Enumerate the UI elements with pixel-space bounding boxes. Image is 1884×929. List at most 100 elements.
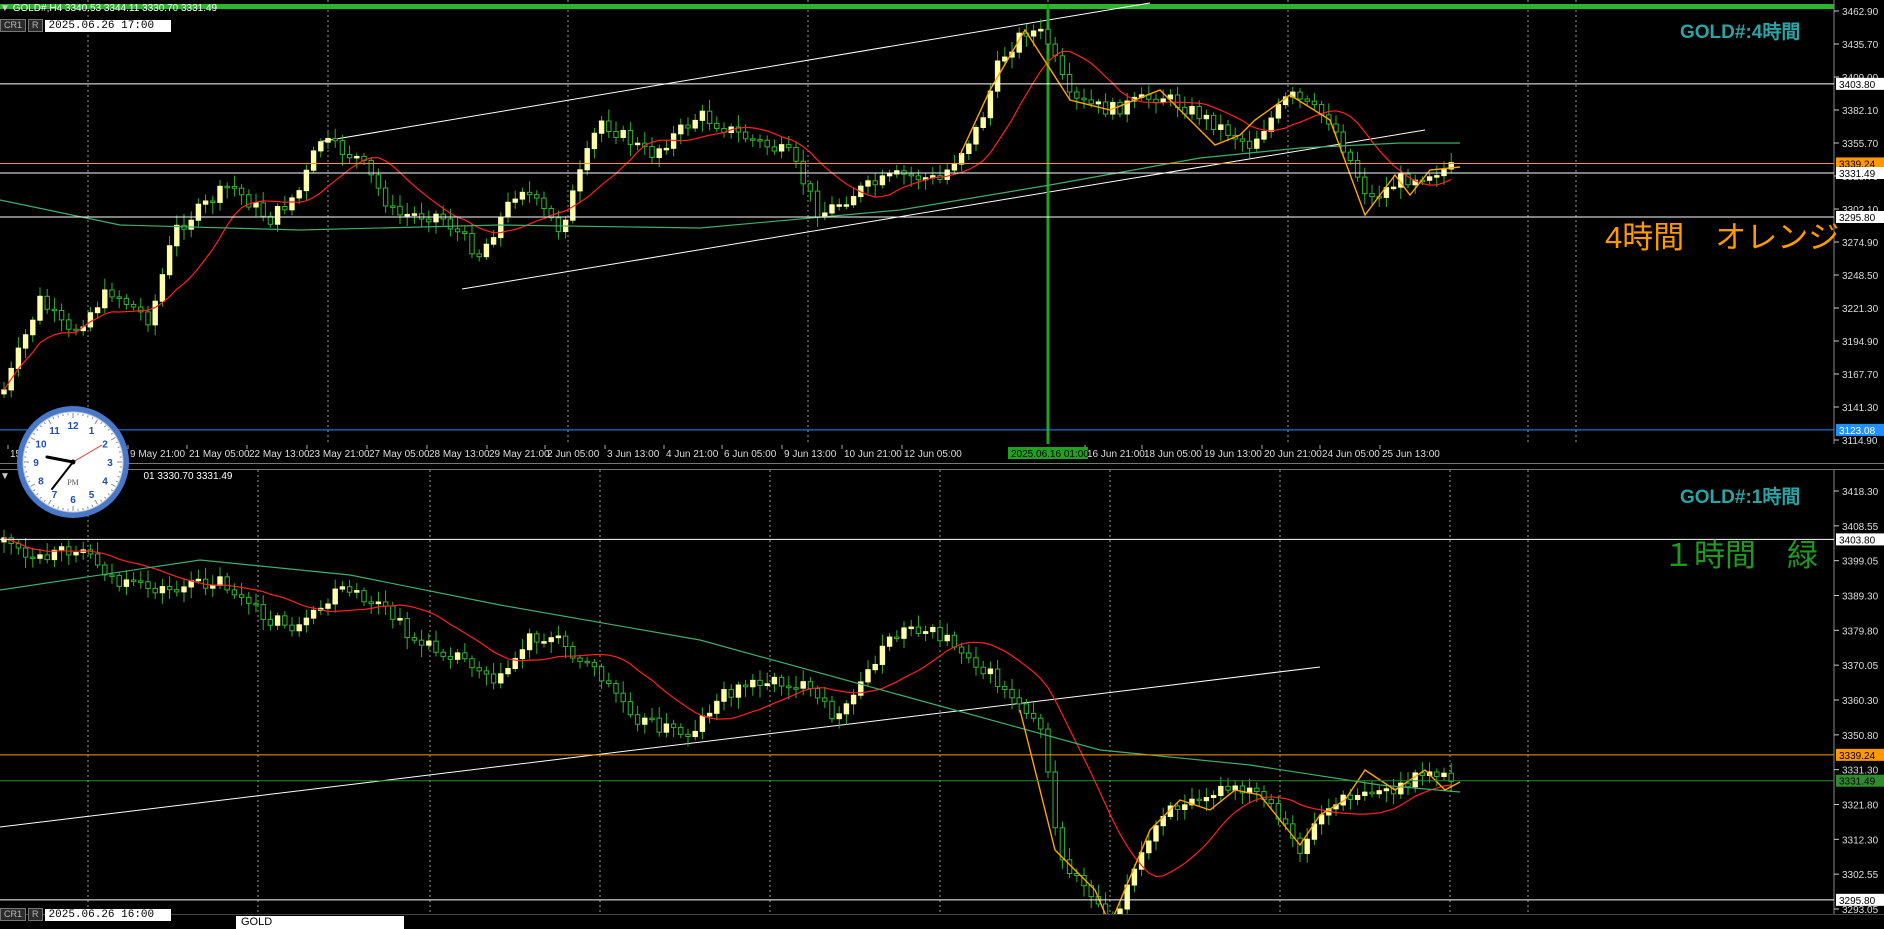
candle-body [260,202,266,217]
h4-symbol-info: GOLD#,H4 3340.53 3344.11 3330.70 3331.49 [12,3,218,14]
clock-period: PM [67,478,79,487]
clock-center [70,459,76,465]
r-button[interactable]: R [28,908,43,921]
candle-body [973,126,979,145]
candle-body [30,556,36,560]
candle-body [627,129,634,145]
candle-body [1254,138,1260,149]
candle-body [1153,98,1159,103]
cr-button[interactable]: CR1 [0,19,27,32]
clock-numeral: 10 [35,440,47,451]
price-axis-label: 3382.10 [1842,106,1879,117]
candle-body [109,574,115,577]
candle-body [1117,101,1123,115]
candle-body [519,649,526,660]
candle-body [354,155,360,159]
pane-separator[interactable] [0,463,1884,470]
candle-body [282,206,288,211]
period-separator-bar [0,4,1834,9]
candle-body [1203,797,1210,802]
h4-chart-pane[interactable]: 3462.903435.703409.003382.103355.703328.… [0,0,1884,463]
candle-body [44,295,50,310]
candle-body [267,618,274,626]
candle-body [116,296,122,299]
candle-body [1095,101,1102,105]
price-axis-label: 3321.80 [1842,801,1879,812]
candle-body [807,183,814,192]
clock-numeral: 6 [70,495,76,506]
price-tag: 3339.24 [1839,751,1876,762]
price-tag: 3403.80 [1839,80,1876,91]
candle-body [1002,56,1008,62]
analog-clock-icon[interactable]: 12 12 3 45 6 78 9 1011 PM [14,403,132,521]
candle-body [598,666,605,682]
candle-body [210,200,216,203]
r-button[interactable]: R [28,19,43,32]
candle-body [685,124,691,129]
candle-body [699,715,706,732]
candle-body [649,717,655,721]
dropdown-triangle-icon[interactable]: ▼ [0,471,10,482]
candle-body [1189,105,1195,115]
candle-body [886,636,893,647]
candle-body [541,641,547,644]
cr-button[interactable]: CR1 [0,908,27,921]
candle-body [843,204,850,207]
candle-body [714,122,720,129]
candle-body [1210,794,1217,799]
time-axis-label: 19 Jun 13:00 [1204,449,1262,460]
price-tag: 3123.08 [1839,426,1876,437]
candle-body [1383,788,1390,792]
candle-body [1218,124,1224,130]
candle-body [498,673,504,684]
candle-body [397,205,403,216]
candle-body [642,717,648,725]
price-axis-label: 3462.90 [1842,7,1879,18]
clock-numeral: 5 [89,490,95,501]
price-axis-label: 3141.30 [1842,403,1879,414]
candle-body [613,131,619,138]
candle-body [1146,840,1152,854]
candle-body [714,700,720,714]
candle-body [591,132,598,150]
candle-body [1182,804,1188,811]
candle-body [332,138,338,142]
candle-body [296,624,302,632]
candle-body [843,703,850,715]
time-axis-label: 27 May 05:00 [369,449,430,460]
price-axis-label: 3379.80 [1842,626,1879,637]
candle-body [130,303,137,308]
candle-body [958,646,965,654]
time-axis-label: 6 Jun 05:00 [724,449,777,460]
time-axis-label: 22 May 13:00 [249,449,310,460]
candle-body [512,198,518,203]
candle-body [166,586,173,591]
h1-chart-canvas[interactable]: 3418.30 3408.55 3399.05 3389.30 3379.80 3370.… [0,470,1884,914]
price-axis-label: 3302.55 [1842,870,1879,881]
h1-chart-pane[interactable]: 3418.30 3408.55 3399.05 3389.30 3379.80 3370.… [0,470,1884,914]
candle-body [231,589,238,596]
candle-body [440,651,446,657]
candle-body [1218,785,1224,796]
candle-body [750,138,756,141]
candle-body [469,658,475,669]
candle-body [22,547,29,558]
candle-body [102,564,108,576]
candle-body [30,319,36,336]
candle-body [872,663,878,671]
candle-body [1347,151,1354,162]
candle-body [505,668,511,675]
candle-body [771,146,778,152]
candle-body [1340,131,1346,153]
time-axis-label: 3 Jun 13:00 [607,449,660,460]
time-axis-label: 9 May 21:00 [130,449,185,460]
symbol-tab-gold[interactable]: GOLD [236,916,404,929]
dropdown-triangle-icon[interactable]: ▼ [0,3,10,14]
candle-body [102,289,108,309]
candle-body [310,150,317,171]
candle-body [1311,100,1318,106]
candle-body [901,627,907,639]
candle-body [289,624,295,632]
h4-chart-canvas[interactable]: 3462.903435.703409.003382.103355.703328.… [0,0,1884,463]
candle-body [1038,717,1044,730]
